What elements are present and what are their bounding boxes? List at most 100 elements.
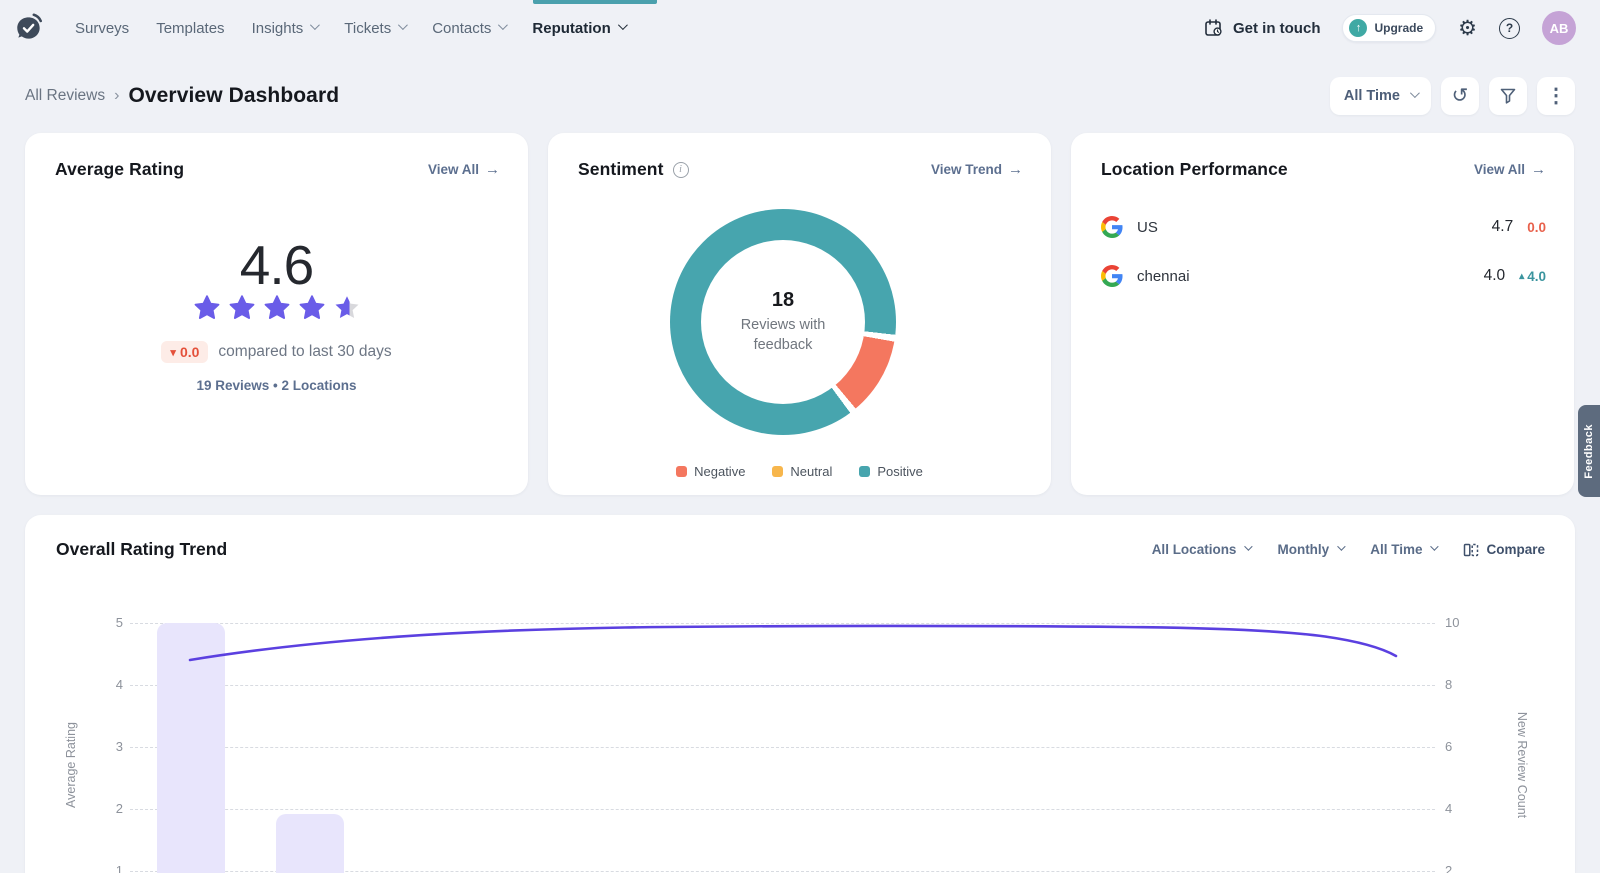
y-left-tick: 2 bbox=[87, 801, 123, 816]
chevron-down-icon bbox=[618, 20, 628, 30]
location-delta: 0.0 bbox=[1527, 220, 1546, 235]
sentiment-total-value: 18 bbox=[772, 289, 794, 312]
feedback-side-tab[interactable]: Feedback bbox=[1578, 405, 1600, 497]
app-logo-icon[interactable] bbox=[14, 12, 44, 44]
reviews-locations-link[interactable]: 19 Reviews • 2 Locations bbox=[196, 378, 356, 393]
y-right-tick: 10 bbox=[1445, 615, 1481, 630]
nav-item-surveys[interactable]: Surveys bbox=[75, 20, 129, 37]
location-delta: ▴ 4.0 bbox=[1519, 269, 1546, 284]
get-in-touch-button[interactable]: Get in touch bbox=[1204, 18, 1321, 38]
positive-swatch-icon bbox=[859, 466, 870, 477]
sentiment-card: Sentiment i View Trend → 18 Reviews with… bbox=[548, 133, 1051, 495]
arrow-right-icon: → bbox=[485, 161, 500, 178]
more-options-button[interactable]: ⋮ bbox=[1537, 77, 1575, 115]
sentiment-title: Sentiment bbox=[578, 159, 664, 180]
time-range-dropdown[interactable]: All Time bbox=[1330, 77, 1431, 115]
location-rating: 4.7 bbox=[1492, 218, 1514, 236]
active-tab-indicator bbox=[533, 0, 657, 4]
location-view-all-link[interactable]: View All → bbox=[1474, 161, 1546, 178]
chevron-down-icon bbox=[398, 20, 408, 30]
filter-funnel-icon bbox=[1499, 87, 1517, 105]
y-right-tick: 4 bbox=[1445, 801, 1481, 816]
y-left-axis-label: Average Rating bbox=[64, 722, 78, 808]
google-icon bbox=[1101, 265, 1123, 287]
user-avatar[interactable]: AB bbox=[1542, 11, 1576, 45]
average-rating-line bbox=[25, 515, 1575, 873]
top-nav: Surveys Templates Insights Tickets Conta… bbox=[0, 0, 1600, 56]
nav-item-tickets[interactable]: Tickets bbox=[344, 20, 405, 37]
kebab-menu-icon: ⋮ bbox=[1546, 86, 1566, 106]
y-right-tick: 8 bbox=[1445, 677, 1481, 692]
average-rating-card: Average Rating View All → 4.6 bbox=[25, 133, 528, 495]
location-row-us[interactable]: US 4.7 0.0 bbox=[1101, 212, 1546, 242]
sentiment-view-trend-link[interactable]: View Trend → bbox=[931, 161, 1023, 178]
page-header: All Reviews › Overview Dashboard All Tim… bbox=[25, 76, 1575, 116]
neutral-swatch-icon bbox=[772, 466, 783, 477]
nav-item-templates[interactable]: Templates bbox=[156, 20, 224, 37]
refresh-button[interactable]: ↺ bbox=[1441, 77, 1479, 115]
granularity-dropdown[interactable]: Monthly bbox=[1277, 542, 1343, 557]
caret-down-icon: ▾ bbox=[170, 346, 176, 359]
location-performance-card: Location Performance View All → US 4.7 0… bbox=[1071, 133, 1574, 495]
chevron-down-icon bbox=[1410, 88, 1420, 98]
star-icon bbox=[227, 293, 257, 323]
average-rating-value: 4.6 bbox=[240, 238, 313, 293]
help-icon[interactable]: ? bbox=[1499, 18, 1520, 39]
compare-icon bbox=[1463, 542, 1479, 558]
chevron-down-icon bbox=[1337, 542, 1345, 550]
y-left-tick: 3 bbox=[87, 739, 123, 754]
trend-time-range-dropdown[interactable]: All Time bbox=[1370, 542, 1436, 557]
negative-swatch-icon bbox=[676, 466, 687, 477]
y-left-tick: 4 bbox=[87, 677, 123, 692]
legend-item-neutral[interactable]: Neutral bbox=[772, 464, 832, 479]
review-count-bar bbox=[276, 814, 344, 873]
nav-right-cluster: Get in touch ↑ Upgrade ⚙ ? AB bbox=[1204, 11, 1576, 45]
arrow-right-icon: → bbox=[1008, 161, 1023, 178]
calendar-clock-icon bbox=[1204, 18, 1224, 38]
y-left-tick: 1 bbox=[87, 863, 123, 873]
caret-up-icon: ▴ bbox=[1519, 271, 1524, 282]
star-half-icon bbox=[332, 293, 362, 323]
breadcrumb-all-reviews[interactable]: All Reviews bbox=[25, 87, 105, 105]
average-rating-view-all-link[interactable]: View All → bbox=[428, 161, 500, 178]
overall-rating-trend-card: Overall Rating Trend All Locations Month… bbox=[25, 515, 1575, 873]
sentiment-legend: Negative Neutral Positive bbox=[548, 464, 1051, 479]
compare-period-text: compared to last 30 days bbox=[218, 343, 391, 361]
chevron-down-icon bbox=[310, 20, 320, 30]
kpi-cards-row: Average Rating View All → 4.6 bbox=[25, 133, 1575, 495]
nav-item-contacts[interactable]: Contacts bbox=[432, 20, 505, 37]
y-right-tick: 2 bbox=[1445, 863, 1481, 873]
rating-delta-badge: ▾ 0.0 bbox=[161, 341, 208, 363]
trend-controls: All Locations Monthly All Time Compare bbox=[1152, 542, 1545, 558]
sentiment-total-label: Reviews with feedback bbox=[718, 316, 848, 355]
settings-gear-icon[interactable]: ⚙ bbox=[1458, 18, 1477, 39]
star-icon bbox=[262, 293, 292, 323]
chevron-down-icon bbox=[1245, 542, 1253, 550]
upgrade-arrow-icon: ↑ bbox=[1349, 19, 1367, 37]
page-actions: All Time ↺ ⋮ bbox=[1330, 77, 1575, 115]
refresh-icon: ↺ bbox=[1452, 86, 1469, 106]
legend-item-negative[interactable]: Negative bbox=[676, 464, 745, 479]
star-icon bbox=[192, 293, 222, 323]
location-performance-title: Location Performance bbox=[1101, 159, 1288, 180]
star-icon bbox=[297, 293, 327, 323]
review-count-bar bbox=[157, 623, 225, 873]
filter-button[interactable] bbox=[1489, 77, 1527, 115]
locations-filter-dropdown[interactable]: All Locations bbox=[1152, 542, 1251, 557]
upgrade-button[interactable]: ↑ Upgrade bbox=[1342, 14, 1436, 42]
page-title: Overview Dashboard bbox=[128, 84, 339, 108]
star-rating bbox=[192, 293, 362, 323]
nav-item-reputation[interactable]: Reputation bbox=[532, 20, 624, 37]
google-icon bbox=[1101, 216, 1123, 238]
info-icon[interactable]: i bbox=[673, 162, 689, 178]
compare-button[interactable]: Compare bbox=[1463, 542, 1545, 558]
nav-item-insights[interactable]: Insights bbox=[252, 20, 318, 37]
trend-title: Overall Rating Trend bbox=[56, 539, 227, 560]
average-rating-title: Average Rating bbox=[55, 159, 184, 180]
location-rating: 4.0 bbox=[1484, 267, 1506, 285]
legend-item-positive[interactable]: Positive bbox=[859, 464, 923, 479]
sentiment-donut-chart[interactable]: 18 Reviews with feedback bbox=[670, 209, 896, 435]
y-right-tick: 6 bbox=[1445, 739, 1481, 754]
breadcrumb-separator: › bbox=[114, 87, 119, 105]
location-row-chennai[interactable]: chennai 4.0 ▴ 4.0 bbox=[1101, 261, 1546, 291]
